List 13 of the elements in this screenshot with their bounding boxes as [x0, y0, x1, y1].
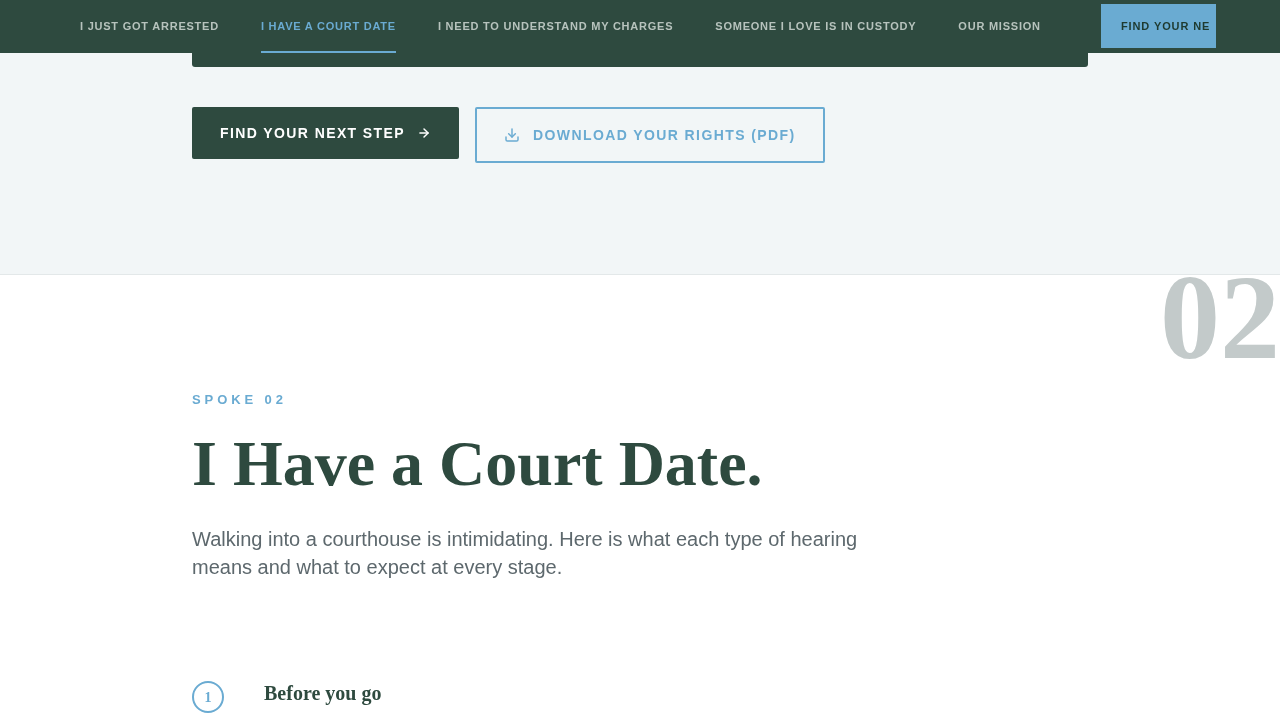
section-number: 02 [1160, 276, 1280, 360]
section-eyebrow: SPOKE 02 [192, 392, 288, 408]
section-intro: Walking into a courthouse is intimidating. Here is what each type of hearing means and what to expect at every stage. [192, 527, 859, 580]
step-title: Before you go [264, 681, 382, 705]
download-icon [504, 127, 521, 143]
next-step-button[interactable]: FIND YOUR NEXT STEP [192, 107, 460, 159]
nav-cta-button[interactable]: FIND YOUR NE [1101, 4, 1216, 48]
nav-link[interactable]: SOMEONE I LOVE IS IN CUSTODY [715, 0, 917, 53]
nav-link[interactable]: OUR MISSION [958, 0, 1041, 53]
nav-link[interactable]: I JUST GOT ARRESTED [80, 0, 219, 53]
nav-link[interactable]: I NEED TO UNDERSTAND MY CHARGES [437, 0, 674, 53]
section-title: I Have a Court Date. [192, 429, 764, 499]
arrow-right-icon [417, 126, 432, 140]
